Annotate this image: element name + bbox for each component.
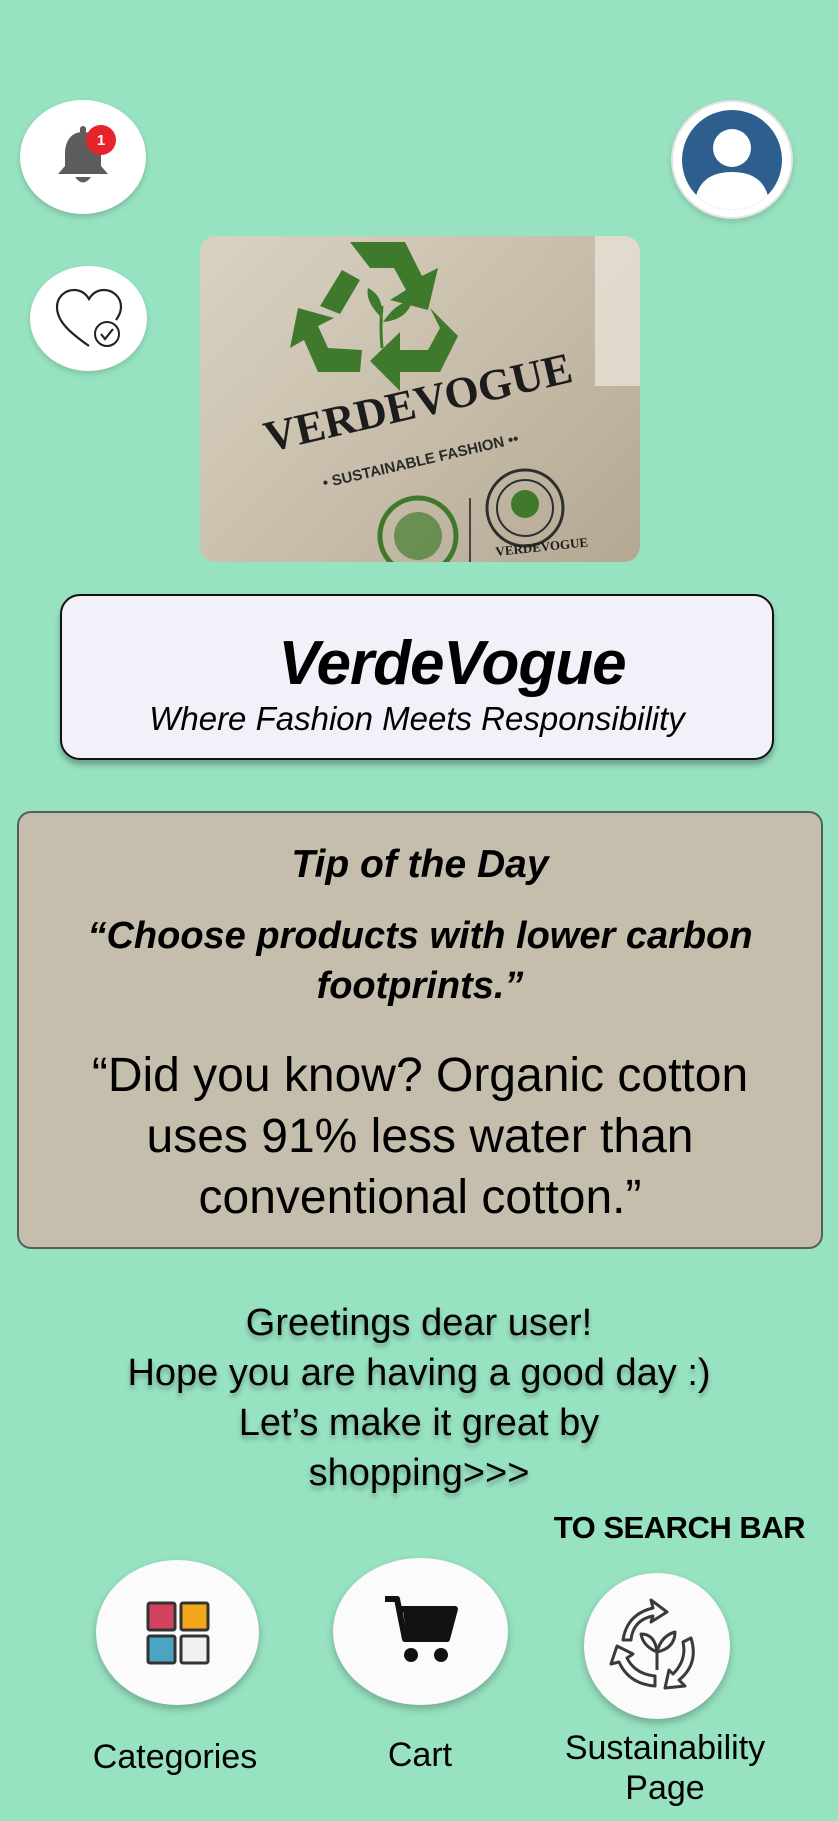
categories-button[interactable] xyxy=(96,1560,259,1705)
brand-banner-image: VERDEVOGUE • SUSTAINABLE FASHION •• VERD… xyxy=(200,236,640,562)
heart-check-icon xyxy=(55,288,122,347)
app-title-card: VerdeVogue Where Fashion Meets Responsib… xyxy=(60,594,774,760)
tip-quote: “Choose products with lower carbon footp… xyxy=(87,915,753,1007)
sustainability-label: Sustainability Page xyxy=(540,1728,790,1808)
sustainability-label-line: Sustainability xyxy=(564,1729,766,1767)
sustainability-label-line: Page xyxy=(625,1769,705,1807)
tip-heading: Tip of the Day xyxy=(291,843,549,886)
recycle-leaf-icon xyxy=(609,1598,695,1690)
recycle-logo-icon xyxy=(290,242,458,391)
profile-avatar-icon xyxy=(682,109,782,210)
greeting-line: Hope you are having a good day :) xyxy=(127,1352,711,1394)
tip-of-the-day-card: Tip of the Day “Choose products with low… xyxy=(17,811,823,1249)
profile-button[interactable] xyxy=(671,100,793,219)
cart-label: Cart xyxy=(387,1736,453,1774)
tip-fact: “Did you know? Organic cotton uses 91% l… xyxy=(91,1049,749,1224)
notification-badge: 1 xyxy=(86,125,116,155)
to-search-bar-link[interactable]: TO SEARCH BAR xyxy=(554,1510,806,1546)
greeting-line: shopping>>> xyxy=(308,1452,530,1494)
notifications-button[interactable] xyxy=(20,100,146,214)
sustainability-page-button[interactable] xyxy=(584,1573,730,1719)
greeting-line: Greetings dear user! xyxy=(245,1302,593,1344)
cart-button[interactable] xyxy=(333,1558,508,1705)
banner-seal-text: VERDEVOGUE xyxy=(495,534,589,559)
app-title: VerdeVogue xyxy=(278,629,626,698)
categories-label: Categories xyxy=(92,1738,258,1776)
wishlist-button[interactable] xyxy=(30,266,147,371)
categories-grid-icon xyxy=(146,1601,209,1664)
greeting-message: Greetings dear user! Hope you are having… xyxy=(40,1298,798,1498)
greeting-line: Let’s make it great by xyxy=(238,1402,600,1444)
app-tagline: Where Fashion Meets Responsibility xyxy=(149,700,685,737)
cart-icon xyxy=(384,1595,458,1662)
